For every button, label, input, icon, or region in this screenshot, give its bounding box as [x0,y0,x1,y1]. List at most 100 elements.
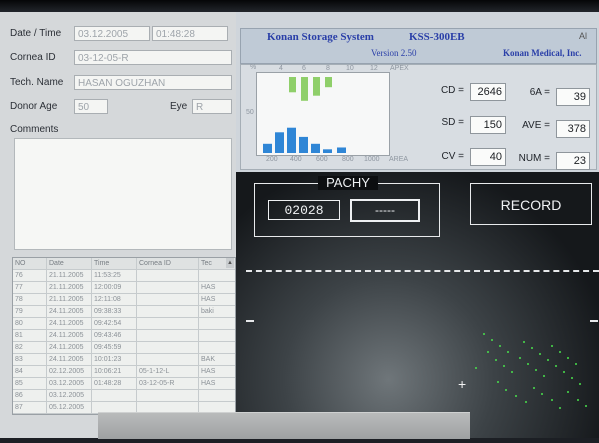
cell-date: 24.11.2005 [47,306,92,317]
cell-tech: baki [201,308,214,315]
table-row[interactable]: 84 02.12.2005 10:06:21 05-1-12-L HAS [13,366,235,378]
area-bar [275,132,284,153]
cell-date: 24.11.2005 [47,354,92,365]
area-bar [299,136,308,153]
cd-label: CD = [440,85,464,96]
table-row[interactable]: 81 24.11.2005 09:43:46 [13,330,235,342]
cell-time: 12:00:09 [92,282,137,293]
left-marker [246,320,254,322]
cell-date: 21.11.2005 [47,294,92,305]
sixa-value: 39 [556,88,590,106]
apex-bar [289,77,296,93]
cv-label: CV = [441,151,464,162]
apex-label: APEX [390,65,409,72]
eye-label: Eye [170,101,188,112]
table-row[interactable]: 77 21.11.2005 12:00:09 HAS [13,282,235,294]
sd-value: 150 [470,116,506,134]
cell-cornea-id [137,354,199,365]
column-header-time[interactable]: Time [92,258,137,269]
area-tick: 200 [266,156,278,163]
cell-tech [199,390,233,401]
cell-tech: HAS [201,368,216,375]
cd-value: 2646 [470,83,506,101]
date-time-label: Date / Time [10,28,62,39]
area-bar [263,143,272,153]
area-tick: 800 [342,156,354,163]
app-title: Konan Storage System [267,31,374,43]
table-header-row: NO Date Time Cornea ID Tec [13,258,235,270]
cell-no: 77 [13,282,47,293]
scroll-up-arrow-icon[interactable]: ▲ [226,258,234,268]
cell-tech: BAK [201,356,216,363]
table-row[interactable]: 85 03.12.2005 01:48:28 03-12-05-R HAS [13,378,235,390]
cell-tech [199,318,233,329]
sd-label: SD = [441,117,464,128]
cell-cornea-id [137,318,199,329]
histogram-chart [263,77,346,153]
scanner-glare [98,412,470,439]
cell-no: 82 [13,342,47,353]
apex-tick: 8 [326,65,330,72]
cell-no: 86 [13,390,47,401]
pachy-input[interactable]: ----- [350,199,420,222]
table-row[interactable]: 78 21.11.2005 12:11:08 HAS [13,294,235,306]
num-value: 23 [556,152,590,170]
cell-no: 85 [13,378,47,389]
cell-time: 01:48:28 [92,378,137,389]
cell-time: 12:11:08 [92,294,137,305]
cell-time: 09:43:46 [92,330,137,341]
column-header-no[interactable]: NO [13,258,47,269]
cell-date: 05.12.2005 [47,402,92,413]
table-row[interactable]: 76 21.11.2005 11:53:25 [13,270,235,282]
cell-cornea-id [137,342,199,353]
donor-age-field[interactable]: 50 [74,99,108,114]
table-row[interactable]: 86 03.12.2005 [13,390,235,402]
cell-tech [199,342,233,353]
column-header-cornea-id[interactable]: Cornea ID [137,258,199,269]
cell-date: 24.11.2005 [47,318,92,329]
cv-value: 40 [470,148,506,166]
table-row[interactable]: 83 24.11.2005 10:01:23 BAK [13,354,235,366]
cell-no: 84 [13,366,47,377]
app-model: KSS-300EB [409,31,465,43]
cell-tech: HAS [201,284,216,291]
cell-cornea-id: 03-12-05-R [137,378,199,389]
apex-bar [301,77,308,101]
cell-time: 09:42:54 [92,318,137,329]
apex-tick: 12 [370,65,378,72]
time-field[interactable]: 01:48:28 [152,26,228,41]
cell-no: 78 [13,294,47,305]
tech-name-field[interactable]: HASAN OGUZHAN [74,75,232,90]
tech-name-label: Tech. Name [10,77,64,88]
area-bar [311,143,320,153]
eye-field[interactable]: R [192,99,232,114]
app-version: Version 2.50 [371,48,417,58]
record-button[interactable]: RECORD [470,183,592,225]
table-row[interactable]: 80 24.11.2005 09:42:54 [13,318,235,330]
cell-histogram [256,72,390,156]
area-tick: 600 [316,156,328,163]
pachy-value: 02028 [268,200,340,220]
right-marker [590,320,598,322]
cornea-id-field[interactable]: 03-12-05-R [74,50,232,65]
cell-tech [199,330,233,341]
cell-tech [199,270,233,281]
cell-no: 79 [13,306,47,317]
percent-label: % [250,64,257,71]
column-header-date[interactable]: Date [47,258,92,269]
cell-cornea-id [137,294,199,305]
comments-field[interactable] [14,138,232,250]
date-field[interactable]: 03.12.2005 [74,26,150,41]
area-bar [337,147,346,153]
cell-cornea-id [137,306,199,317]
area-bar [323,149,332,153]
apex-bar [313,77,320,96]
app-title-bar: Konan Storage System KSS-300EB Version 2… [240,28,597,64]
roi-dashed-line[interactable] [246,270,599,272]
ave-value: 378 [556,120,590,138]
cell-cornea-id [137,270,199,281]
table-row[interactable]: 82 24.11.2005 09:45:59 [13,342,235,354]
table-row[interactable]: 79 24.11.2005 09:38:33 baki [13,306,235,318]
cell-tech: HAS [201,296,216,303]
crosshair-icon[interactable]: + [458,376,466,392]
